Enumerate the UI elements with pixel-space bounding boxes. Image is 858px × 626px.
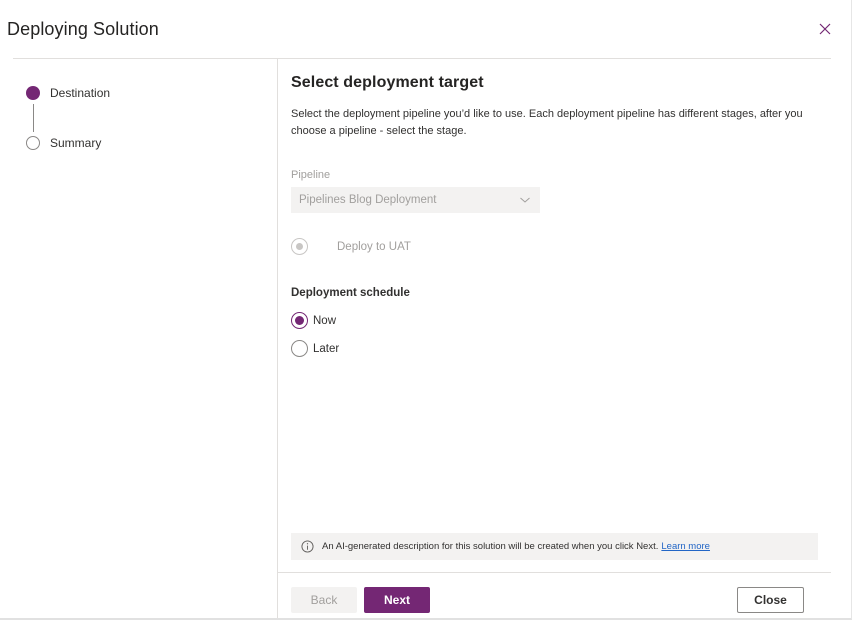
- dialog-title: Deploying Solution: [7, 19, 159, 39]
- next-button[interactable]: Next: [364, 587, 430, 613]
- step-label: Destination: [50, 86, 111, 100]
- info-text: An AI-generated description for this sol…: [322, 541, 659, 552]
- step-active-indicator-icon: [26, 86, 40, 100]
- deploying-solution-dialog: Deploying Solution Destination Summary S…: [0, 0, 852, 620]
- step-connector: [33, 104, 34, 132]
- step-inactive-indicator-icon: [26, 136, 40, 150]
- pipeline-selected-value: Pipelines Blog Deployment: [299, 194, 437, 206]
- pipeline-dropdown[interactable]: Pipelines Blog Deployment: [291, 187, 540, 213]
- section-heading: Select deployment target: [291, 74, 484, 91]
- ai-description-info-bar: An AI-generated description for this sol…: [291, 533, 818, 560]
- schedule-label: Deployment schedule: [291, 287, 410, 299]
- step-label: Summary: [50, 136, 102, 150]
- chevron-down-icon: [520, 197, 530, 203]
- pipeline-label: Pipeline: [291, 169, 331, 181]
- footer-divider: [278, 572, 831, 573]
- stage-label: Deploy to UAT: [337, 240, 411, 253]
- close-icon: [819, 23, 831, 35]
- step-summary[interactable]: Summary: [13, 136, 101, 150]
- stage-option-deploy-to-uat[interactable]: Deploy to UAT: [291, 238, 411, 255]
- close-button[interactable]: Close: [737, 587, 804, 613]
- section-description: Select the deployment pipeline you’d lik…: [291, 108, 803, 137]
- schedule-option-label: Later: [313, 342, 340, 355]
- info-icon: [301, 540, 314, 553]
- main-content: Select deployment target Select the depl…: [278, 59, 831, 618]
- schedule-option-label: Now: [313, 314, 337, 327]
- schedule-option-later[interactable]: Later: [291, 340, 339, 357]
- step-destination[interactable]: Destination: [13, 86, 110, 100]
- close-dialog-button[interactable]: [816, 20, 834, 38]
- radio-checked-icon: [291, 312, 308, 329]
- step-navigation: Destination Summary: [13, 59, 277, 618]
- radio-button-icon: [291, 238, 308, 255]
- schedule-option-now[interactable]: Now: [291, 312, 336, 329]
- back-button[interactable]: Back: [291, 587, 357, 613]
- radio-unchecked-icon: [291, 340, 308, 357]
- learn-more-link[interactable]: Learn more: [661, 541, 710, 552]
